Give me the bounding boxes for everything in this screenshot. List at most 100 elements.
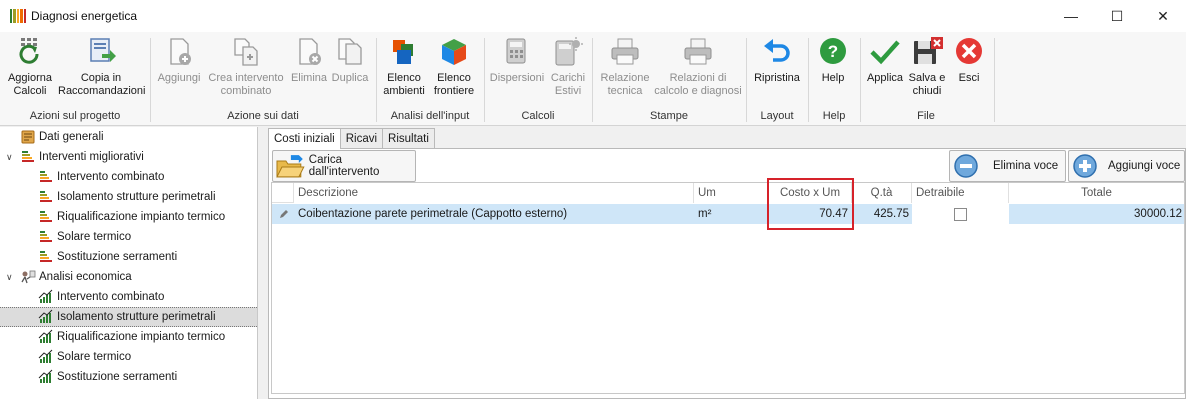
help-icon: ? bbox=[820, 38, 846, 64]
tree-item-eco-sostituzione-serramenti[interactable]: Sostituzione serramenti bbox=[0, 367, 257, 387]
applica-button[interactable]: Applica bbox=[864, 36, 906, 85]
tree-item-eco-solare-termico[interactable]: Solare termico bbox=[0, 347, 257, 367]
cell-totale[interactable]: 30000.12 bbox=[1009, 204, 1182, 224]
crea-label-1: Crea intervento bbox=[208, 72, 284, 84]
elimina-button[interactable]: Elimina bbox=[290, 36, 328, 85]
elimina-voce-button[interactable]: Elimina voce bbox=[949, 150, 1066, 182]
carichi-estivi-button[interactable]: Carichi Estivi bbox=[548, 36, 588, 98]
crea-intervento-button[interactable]: Crea intervento combinato bbox=[204, 36, 288, 98]
cell-descrizione[interactable]: Coibentazione parete perimetrale (Cappot… bbox=[298, 204, 694, 224]
tree-item-intervento-combinato[interactable]: Intervento combinato bbox=[0, 167, 257, 187]
help-button[interactable]: ? Help bbox=[814, 36, 852, 85]
salva-label-2: chiudi bbox=[912, 85, 942, 97]
tree-item-dati-generali[interactable]: Dati generali bbox=[0, 127, 257, 147]
tree-item-label: Intervento combinato bbox=[57, 291, 165, 303]
tree-item-eco-intervento-combinato[interactable]: Intervento combinato bbox=[0, 287, 257, 307]
relazione-tecnica-button[interactable]: Relazione tecnica bbox=[598, 36, 652, 98]
carica-label: Carica dall'intervento bbox=[308, 154, 380, 178]
tree-item-isolamento[interactable]: Isolamento strutture perimetrali bbox=[0, 187, 257, 207]
aggiorna-calcoli-button[interactable]: Aggiorna Calcoli bbox=[4, 36, 56, 98]
tree-item-label: Isolamento strutture perimetrali bbox=[57, 311, 216, 323]
cell-qta[interactable]: 425.75 bbox=[852, 204, 909, 224]
carichi-label-1: Carichi bbox=[550, 72, 586, 84]
carica-intervento-button[interactable]: Carica dall'intervento bbox=[272, 150, 416, 182]
tab-ricavi[interactable]: Ricavi bbox=[339, 128, 384, 148]
relazione-label-2: tecnica bbox=[607, 85, 643, 97]
elenco-ambienti-label-2: ambienti bbox=[383, 85, 425, 97]
column-header-um[interactable]: Um bbox=[694, 183, 769, 203]
aggiungi-voce-button[interactable]: Aggiungi voce bbox=[1068, 150, 1185, 182]
costs-grid: Descrizione Um Costo x Um Q.tà Detraibil… bbox=[271, 182, 1185, 394]
tab-risultati[interactable]: Risultati bbox=[382, 128, 435, 148]
applica-label: Applica bbox=[866, 72, 904, 84]
tree-item-label: Riqualificazione impianto termico bbox=[57, 211, 226, 223]
tree-item-label: Sostituzione serramenti bbox=[57, 251, 178, 263]
save-close-icon bbox=[914, 37, 943, 64]
tree-item-label: Intervento combinato bbox=[57, 171, 165, 183]
tree-item-solare-termico[interactable]: Solare termico bbox=[0, 227, 257, 247]
help-label: Help bbox=[821, 72, 845, 84]
delete-document-icon bbox=[299, 38, 321, 65]
cell-detraibile[interactable] bbox=[912, 204, 1009, 224]
group-label-dati: Azione sui dati bbox=[227, 110, 299, 122]
tree-item-label: Solare termico bbox=[57, 231, 132, 243]
tree-item-label: Riqualificazione impianto termico bbox=[57, 331, 226, 343]
close-window-button[interactable]: ✕ bbox=[1140, 0, 1186, 32]
tab-strip: Costi iniziali Ricavi Risultati bbox=[268, 128, 435, 149]
tree-item-analisi-economica[interactable]: ∨ Analisi economica bbox=[0, 267, 257, 287]
tree-item-label: Analisi economica bbox=[39, 271, 132, 283]
printer-icon bbox=[684, 38, 712, 65]
column-header-totale[interactable]: Totale bbox=[1009, 183, 1184, 203]
relazioni-calcolo-button[interactable]: Relazioni di calcolo e diagnosi bbox=[654, 36, 742, 98]
detraibile-checkbox[interactable] bbox=[954, 207, 967, 221]
tree-item-eco-isolamento[interactable]: Isolamento strutture perimetrali bbox=[0, 307, 257, 327]
esci-button[interactable]: Esci bbox=[950, 36, 988, 85]
maximize-button[interactable]: ☐ bbox=[1094, 0, 1140, 32]
copy-to-recommendations-icon bbox=[90, 38, 116, 62]
column-header-detraibile[interactable]: Detraibile bbox=[912, 183, 1009, 203]
boundaries-cube-icon bbox=[442, 39, 466, 65]
refresh-calc-icon bbox=[19, 38, 39, 64]
dispersioni-button[interactable]: Dispersioni bbox=[488, 36, 546, 85]
aggiungi-button[interactable]: Aggiungi bbox=[156, 36, 202, 85]
tree-item-label: Solare termico bbox=[57, 351, 132, 363]
group-label-stampe: Stampe bbox=[650, 110, 688, 122]
group-label-help: Help bbox=[822, 110, 846, 122]
duplica-button[interactable]: Duplica bbox=[330, 36, 370, 85]
ribbon: Aggiorna Calcoli Copia in Raccomandazion… bbox=[0, 32, 1186, 126]
tree-item-eco-riqualificazione[interactable]: Riqualificazione impianto termico bbox=[0, 327, 257, 347]
ribbon-separator bbox=[994, 38, 995, 122]
minimize-button[interactable]: — bbox=[1048, 0, 1094, 32]
energy-class-icon bbox=[40, 191, 52, 202]
dispersioni-label: Dispersioni bbox=[489, 72, 545, 84]
salva-label-1: Salva e bbox=[908, 72, 946, 84]
exit-icon bbox=[956, 38, 982, 64]
column-header-qta[interactable]: Q.tà bbox=[852, 183, 912, 203]
maximize-icon: ☐ bbox=[1110, 7, 1124, 24]
tree-item-riqualificazione[interactable]: Riqualificazione impianto termico bbox=[0, 207, 257, 227]
salva-chiudi-button[interactable]: Salva e chiudi bbox=[908, 36, 946, 98]
copia-raccomandazioni-button[interactable]: Copia in Raccomandazioni bbox=[58, 36, 145, 98]
cell-um[interactable]: m² bbox=[698, 204, 768, 224]
bar-trend-icon bbox=[38, 349, 53, 363]
column-header-descrizione[interactable]: Descrizione bbox=[294, 183, 694, 203]
chevron-down-icon[interactable]: ∨ bbox=[6, 152, 13, 163]
elimina-label: Elimina bbox=[290, 72, 328, 84]
crea-label-2: combinato bbox=[220, 85, 272, 97]
bar-trend-icon bbox=[38, 369, 53, 383]
tree-item-interventi-migliorativi[interactable]: ∨ Interventi migliorativi bbox=[0, 147, 257, 167]
elenco-frontiere-button[interactable]: Elenco frontiere bbox=[430, 36, 478, 98]
carichi-label-2: Estivi bbox=[554, 85, 582, 97]
close-icon: ✕ bbox=[1157, 7, 1169, 24]
tree-item-sostituzione-serramenti[interactable]: Sostituzione serramenti bbox=[0, 247, 257, 267]
navigation-tree: Dati generali ∨ Interventi migliorativi … bbox=[0, 127, 258, 399]
chevron-down-icon[interactable]: ∨ bbox=[6, 272, 13, 283]
add-circle-icon bbox=[1073, 154, 1097, 178]
row-indicator-header bbox=[272, 183, 294, 203]
energy-class-icon bbox=[22, 151, 34, 162]
elenco-ambienti-button[interactable]: Elenco ambienti bbox=[380, 36, 428, 98]
bar-trend-icon bbox=[38, 329, 53, 343]
energy-class-icon bbox=[40, 211, 52, 222]
tab-costi-iniziali[interactable]: Costi iniziali bbox=[268, 128, 341, 149]
ripristina-button[interactable]: Ripristina bbox=[752, 36, 802, 85]
